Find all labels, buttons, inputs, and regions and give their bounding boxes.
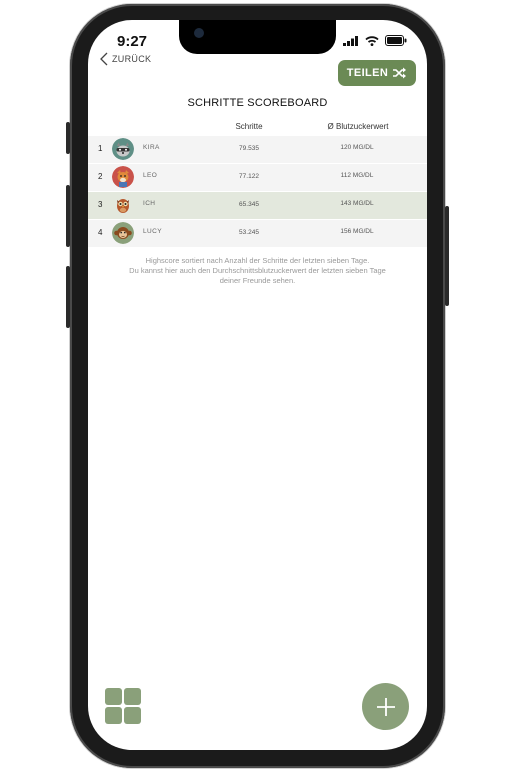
grid-tile-icon: [124, 688, 141, 705]
rank-number: 1: [98, 144, 103, 153]
sugar-value: 156 MG/DL: [340, 228, 374, 235]
wifi-icon: [365, 35, 379, 46]
player-name: KIRA: [143, 144, 160, 151]
page-title: SCHRITTE SCOREBOARD: [187, 97, 328, 109]
sugar-value: 112 MG/DL: [340, 172, 374, 179]
sugar-value: 120 MG/DL: [340, 144, 374, 151]
signal-icon: [343, 35, 358, 46]
grid-tile-icon: [105, 688, 122, 705]
info-line: deiner Freunde sehen.: [219, 276, 296, 285]
table-row[interactable]: 2 LEO 77.122 112 MG/DL: [88, 164, 427, 191]
chevron-left-icon: [100, 52, 108, 66]
power-button: [445, 206, 449, 306]
monkey-avatar-icon: [112, 222, 134, 244]
grid-tile-icon: [124, 707, 141, 724]
raccoon-avatar-icon: [112, 138, 134, 160]
plus-icon: [376, 697, 395, 716]
back-button[interactable]: ZURÜCK: [100, 52, 151, 66]
share-label: TEILEN: [346, 67, 389, 79]
column-header-sugar: Ø Blutzuckerwert: [327, 122, 389, 131]
fox-avatar-icon: [112, 166, 134, 188]
status-time: 9:27: [117, 33, 148, 50]
player-name: ICH: [143, 200, 156, 207]
mute-switch: [66, 122, 70, 154]
player-name: LUCY: [143, 228, 162, 235]
table-row-current-user[interactable]: 3 ICH 65.345 143 MG/DL: [88, 192, 427, 219]
steps-value: 65.345: [239, 201, 259, 208]
steps-value: 53.245: [239, 229, 259, 236]
sugar-value: 143 MG/DL: [340, 200, 374, 207]
steps-value: 77.122: [239, 173, 259, 180]
info-line: Du kannst hier auch den Durchschnittsblu…: [129, 266, 386, 275]
rank-number: 3: [98, 200, 103, 209]
rank-number: 4: [98, 228, 103, 237]
scoreboard-table: 1 KIRA 79.535 120 MG/DL 2 LEO 77.122 112…: [88, 136, 427, 248]
notch: [179, 20, 336, 54]
info-text: Highscore sortiert nach Anzahl der Schri…: [98, 256, 417, 286]
table-row[interactable]: 1 KIRA 79.535 120 MG/DL: [88, 136, 427, 163]
steps-value: 79.535: [239, 145, 259, 152]
player-name: LEO: [143, 172, 158, 179]
volume-up-button: [66, 185, 70, 247]
info-line: Highscore sortiert nach Anzahl der Schri…: [145, 256, 370, 265]
battery-icon: [385, 35, 407, 46]
column-header-steps: Schritte: [235, 122, 263, 131]
shuffle-icon: [393, 67, 407, 79]
grid-tile-icon: [105, 707, 122, 724]
share-button[interactable]: TEILEN: [338, 60, 416, 86]
back-label: ZURÜCK: [112, 54, 152, 64]
rank-number: 2: [98, 172, 103, 181]
owl-avatar-icon: [112, 194, 134, 216]
app-screen: 9:27 ZURÜCK TEILEN SCHRITTE SCOREBOARD S…: [88, 20, 427, 750]
grid-menu-button[interactable]: [105, 688, 141, 724]
table-row[interactable]: 4 LUCY 53.245 156 MG/DL: [88, 220, 427, 247]
add-button[interactable]: [362, 683, 409, 730]
status-icons: [343, 35, 407, 46]
volume-down-button: [66, 266, 70, 328]
front-camera: [194, 28, 204, 38]
